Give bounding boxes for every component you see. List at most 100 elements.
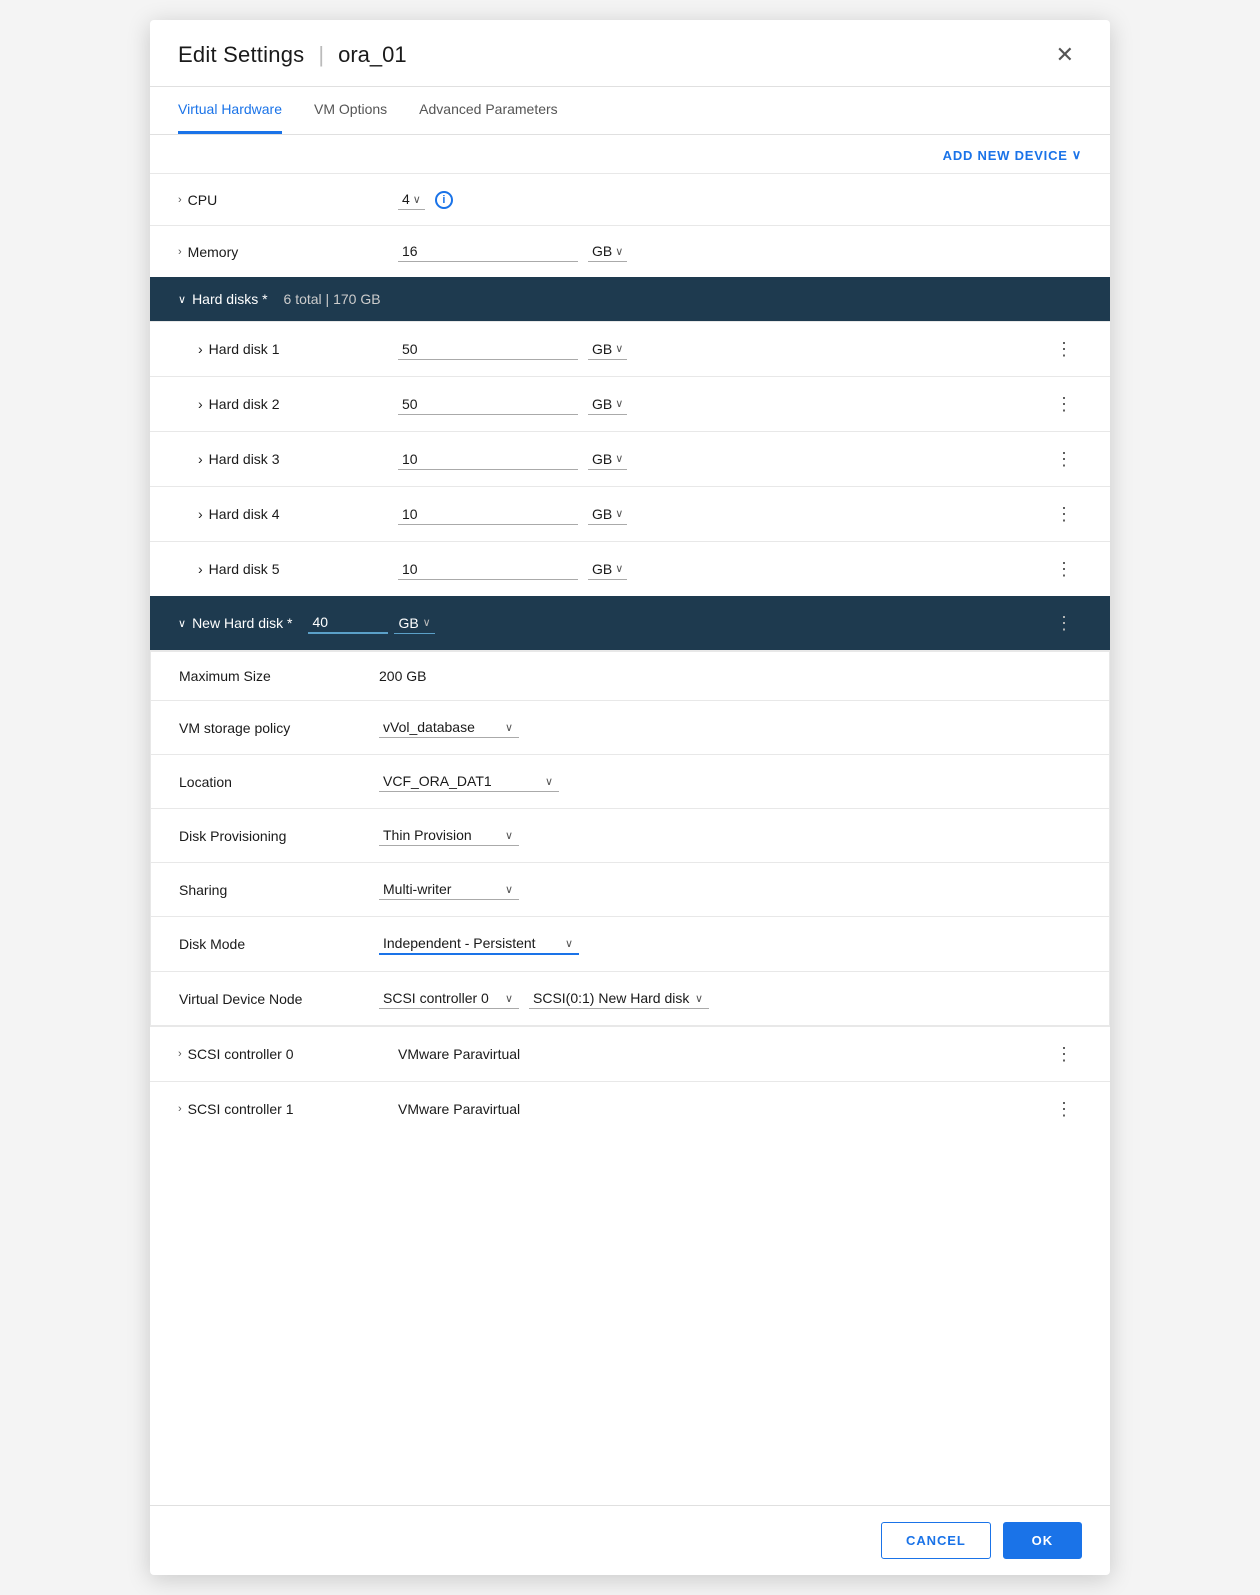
- virtual-device-node-disk-select[interactable]: SCSI(0:1) New Hard disk ∨: [529, 988, 709, 1009]
- disk-mode-select[interactable]: Independent - Persistent ∨: [379, 933, 579, 955]
- virtual-device-node-row: Virtual Device Node SCSI controller 0 ∨ …: [151, 971, 1109, 1025]
- hard-disk-3-caret-icon: ∨: [615, 452, 623, 465]
- memory-unit-select[interactable]: GB ∨: [588, 241, 627, 262]
- location-row: Location VCF_ORA_DAT1 ∨: [151, 754, 1109, 808]
- hard-disk-3-unit-select[interactable]: GB ∨: [588, 449, 627, 470]
- vm-storage-policy-row: VM storage policy vVol_database ∨: [151, 700, 1109, 754]
- vm-storage-policy-value: vVol_database ∨: [379, 717, 1081, 738]
- hard-disk-4-unit-select[interactable]: GB ∨: [588, 504, 627, 525]
- cancel-button[interactable]: CANCEL: [881, 1522, 991, 1559]
- cpu-row: › CPU 4 ∨ i: [150, 173, 1110, 225]
- hard-disk-4-value: GB ∨: [398, 504, 1047, 525]
- memory-chevron-icon[interactable]: ›: [178, 246, 182, 258]
- hard-disk-4-more-button[interactable]: ⋮: [1047, 501, 1082, 527]
- maximum-size-value: 200 GB: [379, 668, 1081, 684]
- tab-virtual-hardware[interactable]: Virtual Hardware: [178, 87, 282, 134]
- hard-disk-5-row: › Hard disk 5 GB ∨ ⋮: [150, 541, 1110, 596]
- hard-disk-5-input[interactable]: [398, 559, 578, 580]
- dialog-title: Edit Settings: [178, 42, 304, 68]
- location-caret-icon: ∨: [545, 775, 553, 788]
- close-button[interactable]: ✕: [1048, 40, 1082, 70]
- scsi-controller-0-label: › SCSI controller 0: [178, 1046, 398, 1062]
- scsi-controller-1-row: › SCSI controller 1 VMware Paravirtual ⋮: [150, 1081, 1110, 1136]
- cpu-chevron-icon[interactable]: ›: [178, 194, 182, 206]
- hard-disk-1-caret-icon: ∨: [615, 342, 623, 355]
- disk-provisioning-select[interactable]: Thin Provision ∨: [379, 825, 519, 846]
- ok-button[interactable]: OK: [1003, 1522, 1082, 1559]
- hard-disk-4-row: › Hard disk 4 GB ∨ ⋮: [150, 486, 1110, 541]
- hard-disk-1-value: GB ∨: [398, 339, 1047, 360]
- hard-disk-2-row: › Hard disk 2 GB ∨ ⋮: [150, 376, 1110, 431]
- scsi-controller-0-more-button[interactable]: ⋮: [1047, 1041, 1082, 1067]
- virtual-device-node-value: SCSI controller 0 ∨ SCSI(0:1) New Hard d…: [379, 988, 1081, 1009]
- hard-disk-4-input[interactable]: [398, 504, 578, 525]
- new-hard-disk-unit-select[interactable]: GB ∨: [394, 613, 434, 634]
- cpu-value: 4 ∨ i: [398, 189, 1082, 210]
- new-hard-disk-chevron-icon[interactable]: ∨: [178, 617, 186, 630]
- scsi-controller-1-label: › SCSI controller 1: [178, 1101, 398, 1117]
- vm-storage-policy-select[interactable]: vVol_database ∨: [379, 717, 519, 738]
- location-value: VCF_ORA_DAT1 ∨: [379, 771, 1081, 792]
- new-hard-disk-expanded-area: Maximum Size 200 GB VM storage policy vV…: [150, 650, 1110, 1026]
- vdn-controller-caret-icon: ∨: [505, 992, 513, 1005]
- hard-disk-2-label: › Hard disk 2: [198, 396, 398, 412]
- hard-disk-1-label: › Hard disk 1: [198, 341, 398, 357]
- scsi-0-chevron-icon[interactable]: ›: [178, 1048, 182, 1060]
- disk-mode-caret-icon: ∨: [565, 937, 573, 950]
- hard-disk-4-caret-icon: ∨: [615, 507, 623, 520]
- cpu-label: › CPU: [178, 192, 398, 208]
- hard-disk-5-unit-select[interactable]: GB ∨: [588, 559, 627, 580]
- scsi-controller-1-more-button[interactable]: ⋮: [1047, 1096, 1082, 1122]
- location-select[interactable]: VCF_ORA_DAT1 ∨: [379, 771, 559, 792]
- content-area: ADD NEW DEVICE ∨ › CPU 4 ∨ i › Memory: [150, 135, 1110, 1505]
- cpu-caret-icon: ∨: [413, 193, 421, 206]
- memory-input[interactable]: [398, 241, 578, 262]
- memory-caret-icon: ∨: [615, 245, 623, 258]
- hard-disk-2-value: GB ∨: [398, 394, 1047, 415]
- hard-disk-1-row: › Hard disk 1 GB ∨ ⋮: [150, 321, 1110, 376]
- hard-disk-1-chevron-icon[interactable]: ›: [198, 341, 203, 357]
- sharing-value: Multi-writer ∨: [379, 879, 1081, 900]
- hard-disks-chevron-icon: ∨: [178, 293, 186, 306]
- hard-disk-1-input[interactable]: [398, 339, 578, 360]
- add-new-device-button[interactable]: ADD NEW DEVICE ∨: [943, 147, 1082, 163]
- cpu-count-select[interactable]: 4 ∨: [398, 189, 425, 210]
- tab-advanced-parameters[interactable]: Advanced Parameters: [419, 87, 558, 134]
- new-hard-disk-more-button[interactable]: ⋮: [1047, 610, 1082, 636]
- hard-disk-1-more-button[interactable]: ⋮: [1047, 336, 1082, 362]
- scsi-1-chevron-icon[interactable]: ›: [178, 1103, 182, 1115]
- disk-provisioning-row: Disk Provisioning Thin Provision ∨: [151, 808, 1109, 862]
- disk-mode-value: Independent - Persistent ∨: [379, 933, 1081, 955]
- virtual-device-node-controller-select[interactable]: SCSI controller 0 ∨: [379, 988, 519, 1009]
- tab-bar: Virtual Hardware VM Options Advanced Par…: [150, 87, 1110, 135]
- hard-disk-2-more-button[interactable]: ⋮: [1047, 391, 1082, 417]
- hard-disk-5-more-button[interactable]: ⋮: [1047, 556, 1082, 582]
- cpu-info-icon[interactable]: i: [435, 191, 453, 209]
- hard-disk-4-chevron-icon[interactable]: ›: [198, 506, 203, 522]
- hard-disk-2-caret-icon: ∨: [615, 397, 623, 410]
- dialog-subtitle: ora_01: [338, 42, 407, 68]
- dialog-header: Edit Settings | ora_01 ✕: [150, 20, 1110, 87]
- hard-disk-3-chevron-icon[interactable]: ›: [198, 451, 203, 467]
- sharing-select[interactable]: Multi-writer ∨: [379, 879, 519, 900]
- hard-disk-3-row: › Hard disk 3 GB ∨ ⋮: [150, 431, 1110, 486]
- tab-vm-options[interactable]: VM Options: [314, 87, 387, 134]
- chevron-down-icon: ∨: [1072, 147, 1082, 163]
- disk-provisioning-value: Thin Provision ∨: [379, 825, 1081, 846]
- hard-disk-5-caret-icon: ∨: [615, 562, 623, 575]
- hard-disk-2-input[interactable]: [398, 394, 578, 415]
- hard-disk-3-more-button[interactable]: ⋮: [1047, 446, 1082, 472]
- vdn-disk-caret-icon: ∨: [695, 992, 703, 1005]
- hard-disk-2-chevron-icon[interactable]: ›: [198, 396, 203, 412]
- new-hard-disk-input[interactable]: [308, 612, 388, 634]
- disk-mode-row: Disk Mode Independent - Persistent ∨: [151, 916, 1109, 971]
- sharing-caret-icon: ∨: [505, 883, 513, 896]
- edit-settings-dialog: Edit Settings | ora_01 ✕ Virtual Hardwar…: [150, 20, 1110, 1575]
- hard-disk-3-input[interactable]: [398, 449, 578, 470]
- hard-disk-5-chevron-icon[interactable]: ›: [198, 561, 203, 577]
- scsi-controller-0-value: VMware Paravirtual: [398, 1046, 1047, 1062]
- hard-disks-section-header[interactable]: ∨ Hard disks * 6 total | 170 GB: [150, 277, 1110, 321]
- hard-disk-1-unit-select[interactable]: GB ∨: [588, 339, 627, 360]
- hard-disk-5-value: GB ∨: [398, 559, 1047, 580]
- hard-disk-2-unit-select[interactable]: GB ∨: [588, 394, 627, 415]
